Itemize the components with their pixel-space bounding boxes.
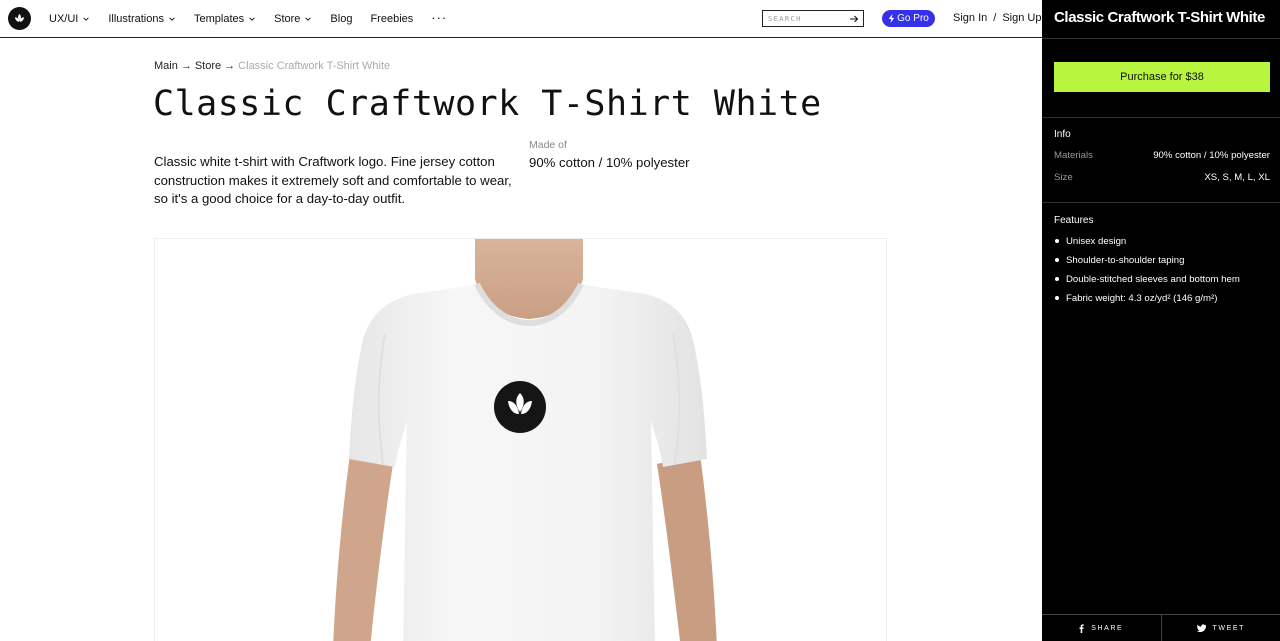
made-of-label: Made of xyxy=(529,139,567,151)
breadcrumb-current: Classic Craftwork T-Shirt White xyxy=(238,60,391,72)
go-pro-button[interactable]: Go Pro xyxy=(882,10,935,27)
product-image xyxy=(154,238,887,641)
nav-label: Freebies xyxy=(370,13,414,25)
search-input[interactable] xyxy=(763,11,847,26)
feature-item: Fabric weight: 4.3 oz/yd² (146 g/m²) xyxy=(1054,292,1240,311)
info-row-materials: Materials 90% cotton / 10% polyester xyxy=(1054,150,1270,161)
twitter-icon xyxy=(1196,624,1206,632)
chevron-down-icon xyxy=(83,17,90,21)
breadcrumb: Main → Store → Classic Craftwork T-Shirt… xyxy=(154,60,390,72)
nav-label: Blog xyxy=(330,13,353,25)
auth-links: Sign In / Sign Up xyxy=(953,12,1041,24)
nav-item-blog[interactable]: Blog xyxy=(330,13,352,25)
nav-item-illustrations[interactable]: Illustrations xyxy=(108,13,176,25)
tshirt-photo xyxy=(333,239,717,641)
breadcrumb-store[interactable]: Store xyxy=(195,60,221,72)
nav-item-store[interactable]: Store xyxy=(274,13,312,25)
feature-item: Shoulder-to-shoulder taping xyxy=(1054,254,1240,273)
breadcrumb-arrow: → xyxy=(224,60,236,72)
go-pro-label: Go Pro xyxy=(897,13,929,24)
nav-label: Store xyxy=(274,13,301,25)
page-title: Classic Craftwork T-Shirt White xyxy=(153,84,822,124)
craftwork-logo[interactable] xyxy=(8,7,31,30)
main-nav: UX/UI Illustrations Templates Store Blog… xyxy=(49,0,447,38)
auth-separator: / xyxy=(993,12,997,24)
nav-item-freebies[interactable]: Freebies xyxy=(370,13,413,25)
top-navigation: UX/UI Illustrations Templates Store Blog… xyxy=(0,0,1042,38)
search-box[interactable] xyxy=(762,10,864,27)
info-key: Materials xyxy=(1054,150,1093,161)
breadcrumb-arrow: → xyxy=(180,60,192,72)
chevron-down-icon xyxy=(305,17,312,21)
leaf-logo-icon xyxy=(14,13,25,22)
chevron-down-icon xyxy=(249,17,255,21)
sign-in-link[interactable]: Sign In xyxy=(953,12,987,24)
purchase-button[interactable]: Purchase for $38 xyxy=(1054,62,1270,92)
sign-up-link[interactable]: Sign Up xyxy=(1002,12,1041,24)
tweet-button[interactable]: TWEET xyxy=(1160,615,1280,641)
info-title: Info xyxy=(1054,129,1071,140)
product-description: Classic white t-shirt with Craftwork log… xyxy=(154,154,512,206)
made-of-value: 90% cotton / 10% polyester xyxy=(529,155,690,170)
features-title: Features xyxy=(1054,215,1094,226)
info-row-size: Size XS, S, M, L, XL xyxy=(1054,172,1270,183)
lightning-icon xyxy=(888,14,895,23)
panel-title: Classic Craftwork T-Shirt White xyxy=(1054,9,1265,26)
info-value: XS, S, M, L, XL xyxy=(1204,172,1270,183)
breadcrumb-main[interactable]: Main xyxy=(154,60,178,72)
share-button[interactable]: SHARE xyxy=(1042,615,1161,641)
tweet-label: TWEET xyxy=(1212,624,1245,632)
more-menu-button[interactable]: ··· xyxy=(431,10,447,25)
divider xyxy=(1042,202,1280,203)
info-key: Size xyxy=(1054,172,1073,183)
feature-item: Double-stitched sleeves and bottom hem xyxy=(1054,273,1240,292)
divider xyxy=(1042,38,1280,39)
chevron-down-icon xyxy=(169,17,175,21)
features-list: Unisex design Shoulder-to-shoulder tapin… xyxy=(1054,235,1240,311)
share-bar: SHARE TWEET xyxy=(1042,614,1280,641)
nav-label: Templates xyxy=(193,13,245,25)
facebook-icon xyxy=(1079,623,1084,633)
nav-label: Illustrations xyxy=(108,13,164,25)
share-label: SHARE xyxy=(1091,624,1124,632)
nav-item-uxui[interactable]: UX/UI xyxy=(49,13,90,25)
divider xyxy=(1042,117,1280,118)
nav-item-templates[interactable]: Templates xyxy=(194,13,256,25)
feature-item: Unisex design xyxy=(1054,235,1240,254)
arrow-right-icon[interactable] xyxy=(849,14,859,24)
nav-label: UX/UI xyxy=(49,13,79,25)
info-value: 90% cotton / 10% polyester xyxy=(1153,150,1270,161)
product-side-panel: Classic Craftwork T-Shirt White Purchase… xyxy=(1042,0,1280,641)
